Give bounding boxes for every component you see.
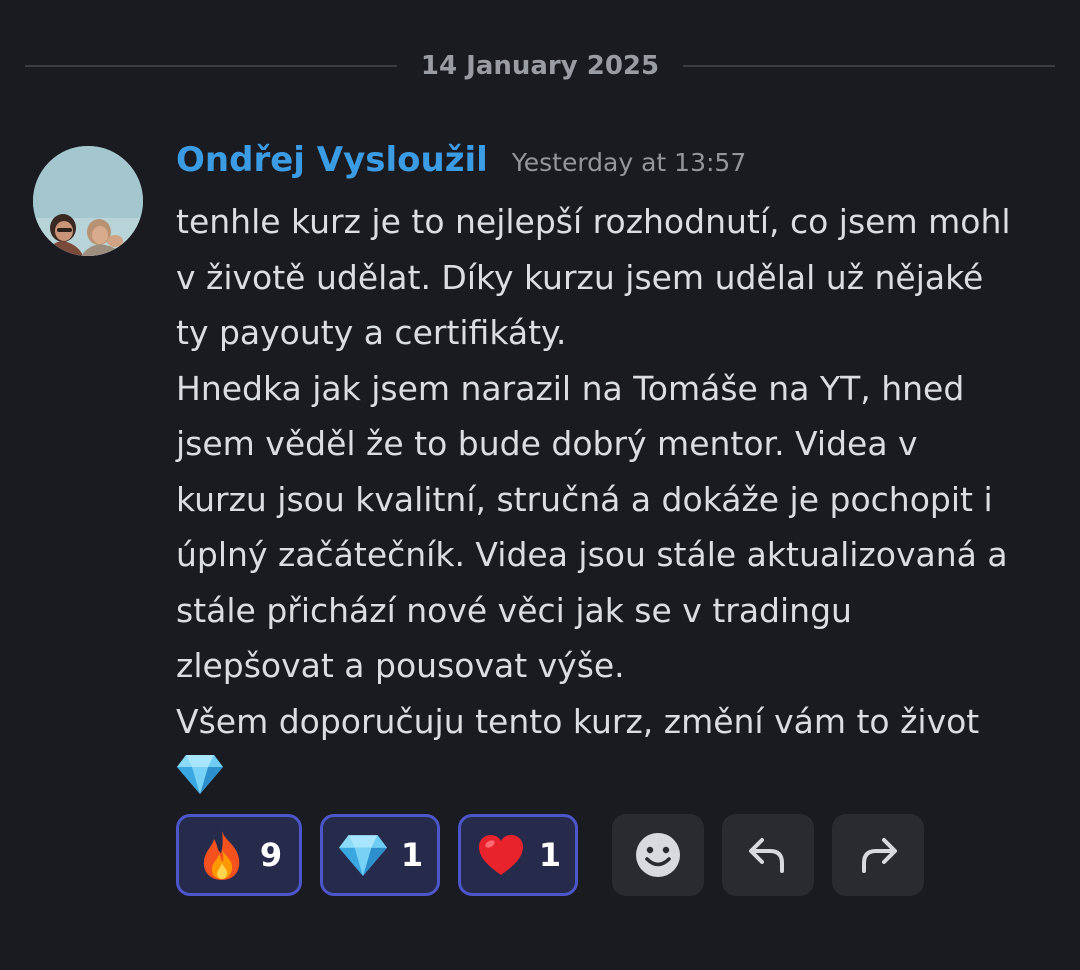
message-line: stále přichází nové věci jak se v tradin…	[176, 590, 852, 630]
forward-button[interactable]	[832, 814, 924, 896]
message-line: zlepšovat a pousovat výše.	[176, 646, 625, 685]
message-header: Ondřej Vysloužil Yesterday at 13:57	[176, 140, 746, 190]
message-line: v životě udělat. Díky kurzu jsem udělal …	[176, 257, 984, 297]
message-line: Hnedka jak jsem narazil na Tomáše na YT,…	[176, 368, 965, 408]
chat-view: 14 January 2025 Ondřej Vysloužil Yesterd…	[0, 0, 1080, 970]
reactions-bar: 9 1 1	[176, 814, 924, 896]
fire-icon	[196, 829, 248, 881]
reaction-count: 1	[400, 836, 424, 874]
message-line: tenhle kurz je to nejlepší rozhodnutí, c…	[176, 202, 1011, 241]
divider-line-right	[683, 65, 1056, 67]
gem-stone-icon	[177, 755, 223, 794]
avatar-photo-icon	[33, 146, 143, 256]
author-name[interactable]: Ondřej Vysloužil	[176, 140, 488, 180]
message-line: jsem věděl že to bude dobrý mentor. Vide…	[176, 424, 918, 463]
reaction-red-heart[interactable]: 1	[458, 814, 578, 896]
red-heart-icon	[475, 829, 527, 881]
divider-date: 14 January 2025	[420, 51, 660, 81]
message-line: ty payouty a certifikáty.	[176, 313, 567, 352]
reply-button[interactable]	[722, 814, 814, 896]
message-line: úplný začátečník. Videa jsou stále aktua…	[176, 535, 1008, 574]
reaction-count: 1	[538, 836, 562, 874]
date-divider: 14 January 2025	[25, 48, 1056, 84]
forward-arrow-icon	[862, 838, 897, 873]
reply-arrow-icon	[749, 838, 784, 873]
message-line: kurzu jsou kvalitní, stručná a dokáže je…	[176, 479, 993, 519]
message-timestamp[interactable]: Yesterday at 13:57	[512, 148, 746, 177]
reaction-gem-stone[interactable]: 1	[320, 814, 440, 896]
gem-stone-icon	[337, 829, 389, 881]
reaction-fire[interactable]: 9	[176, 814, 302, 896]
add-reaction-smiley-icon	[636, 833, 680, 877]
avatar[interactable]	[33, 146, 143, 256]
message-emoji	[176, 749, 1056, 803]
message-content: tenhle kurz je to nejlepší rozhodnutí, c…	[176, 194, 1056, 803]
divider-line-left	[25, 65, 397, 67]
reaction-count: 9	[259, 836, 283, 874]
message-line: Všem doporučuju tento kurz, změní vám to…	[176, 701, 980, 741]
add-reaction-button[interactable]	[612, 814, 704, 896]
